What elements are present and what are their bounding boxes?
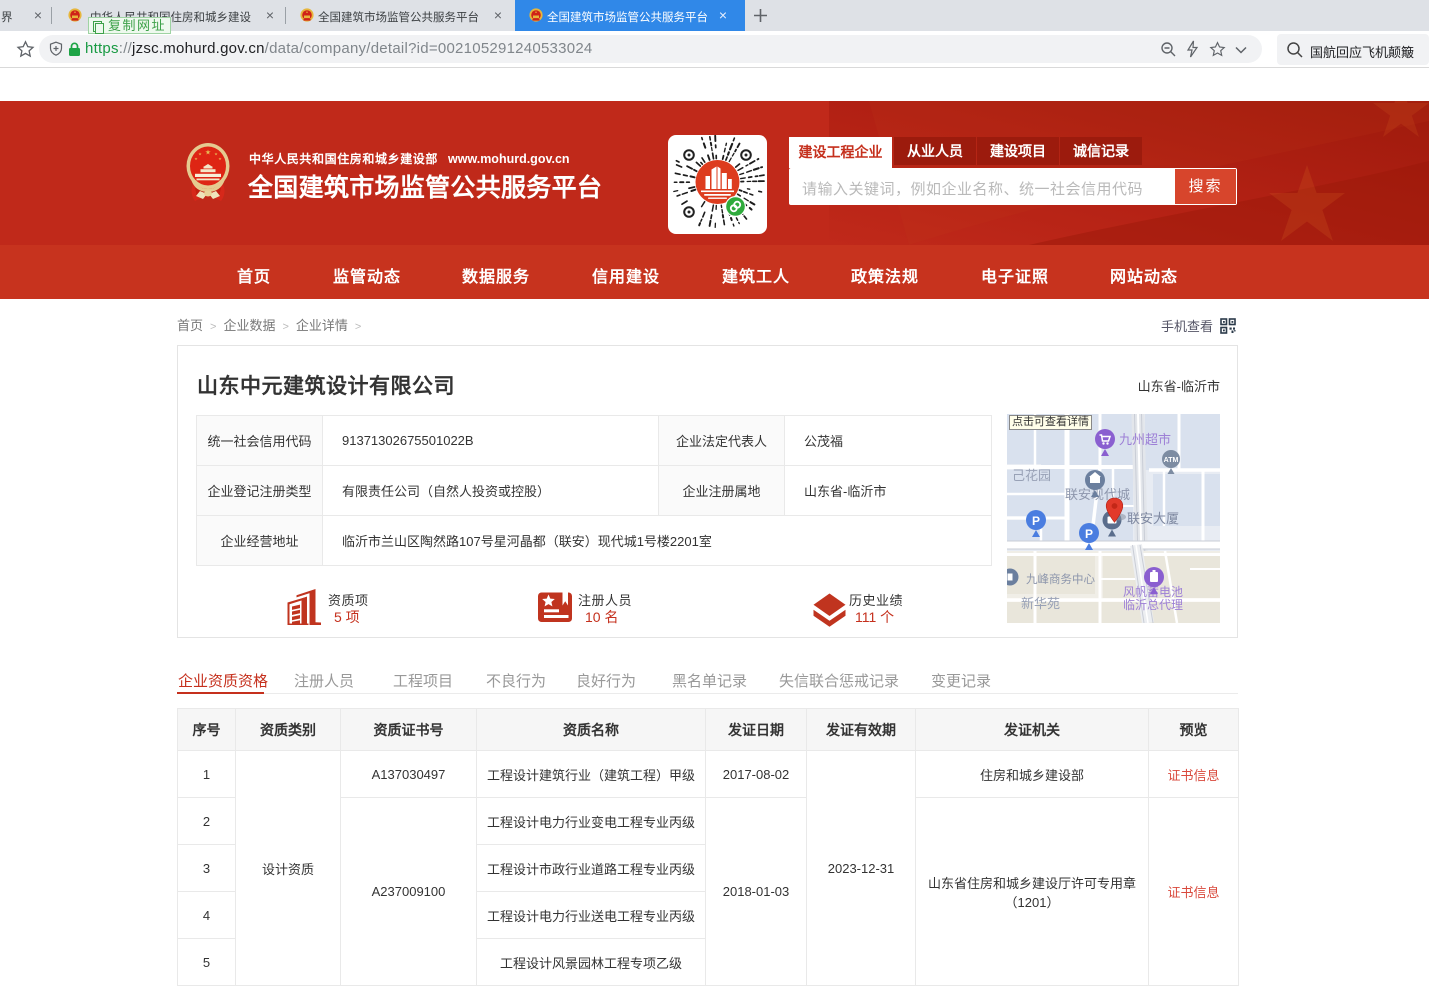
svg-text:己花园: 己花园 (1012, 468, 1051, 483)
svg-text:新华苑: 新华苑 (1021, 596, 1060, 611)
svg-text:九州超市: 九州超市 (1119, 432, 1171, 447)
svg-text:临沂总代理: 临沂总代理 (1123, 598, 1183, 612)
svg-text:P: P (1032, 514, 1040, 528)
svg-text:P: P (1085, 527, 1093, 541)
svg-text:ATM: ATM (1164, 457, 1179, 464)
svg-text:九峰商务中心: 九峰商务中心 (1026, 572, 1095, 586)
svg-text:联安大厦: 联安大厦 (1127, 511, 1179, 526)
